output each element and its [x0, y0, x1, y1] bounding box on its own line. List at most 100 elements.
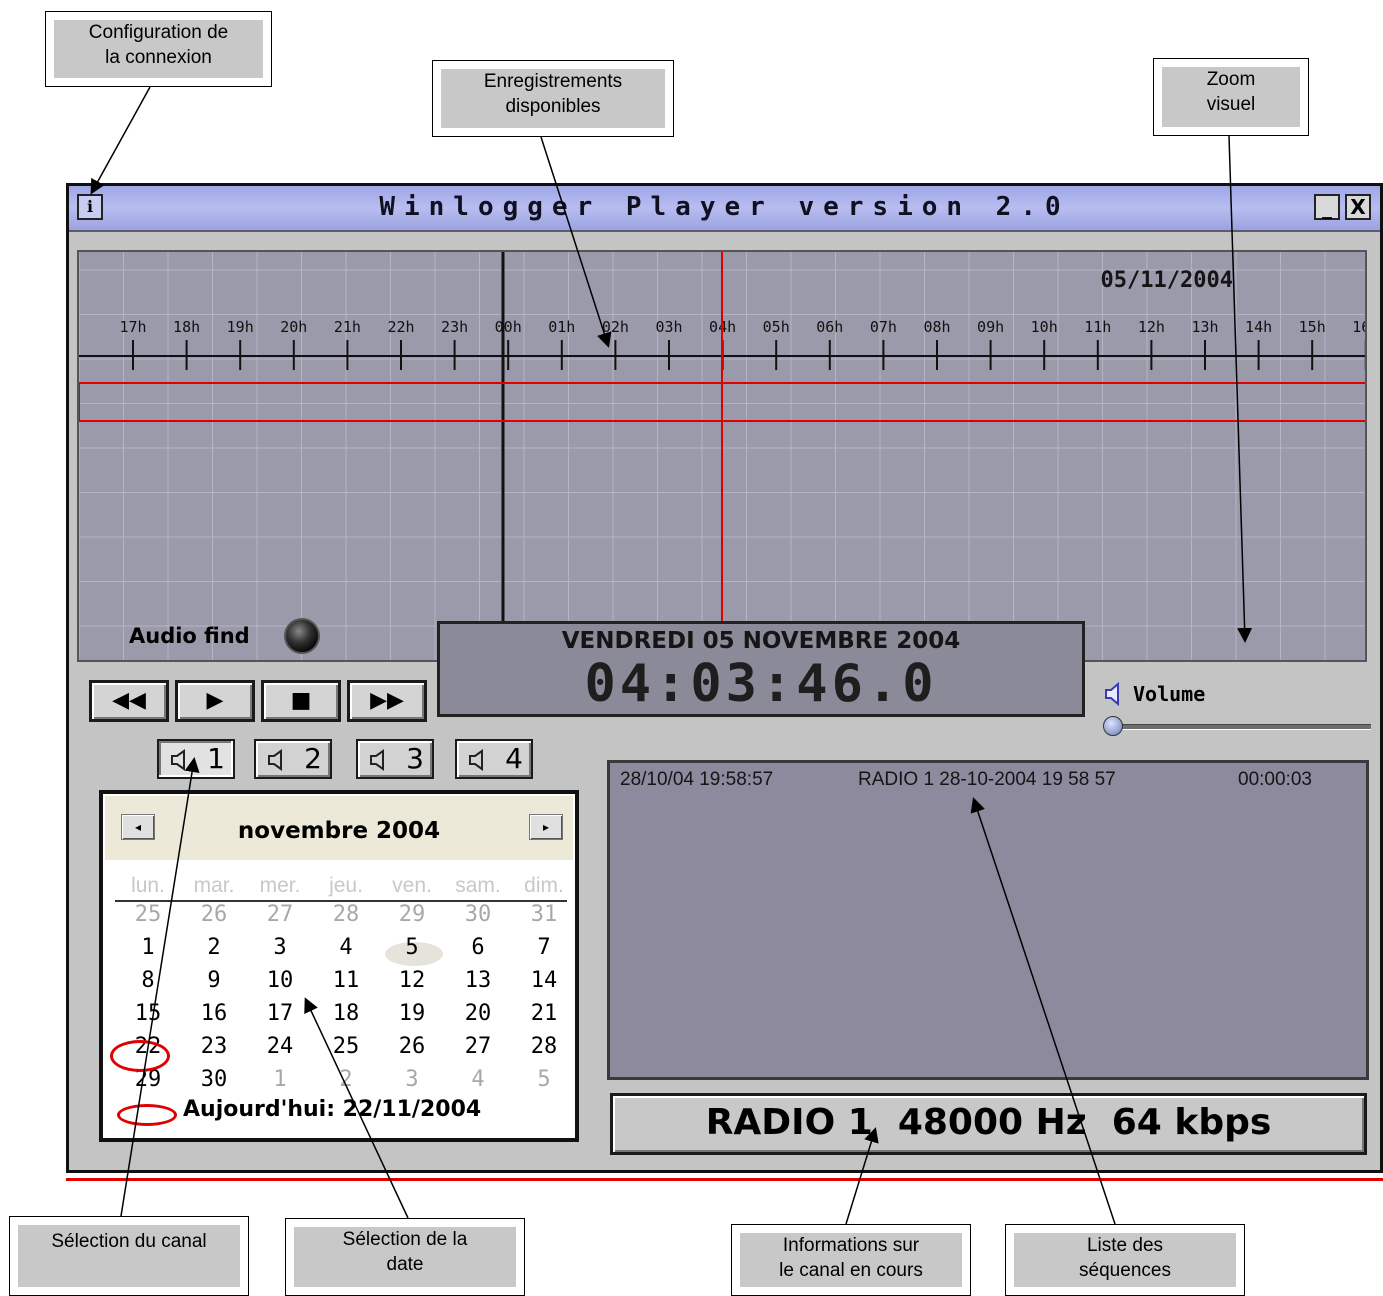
- sequence-list[interactable]: 28/10/04 19:58:57 RADIO 1 28-10-2004 19 5…: [607, 760, 1369, 1080]
- callout-connexion-text: Configuration de la connexion: [54, 20, 263, 78]
- weekday-label: mer.: [259, 874, 301, 897]
- calendar-day[interactable]: 27: [445, 1034, 511, 1059]
- calendar-day[interactable]: 8: [115, 968, 181, 993]
- sequence-duration: 00:00:03: [1238, 769, 1312, 790]
- channel-3-button[interactable]: 3: [356, 739, 434, 779]
- speaker-icon: [370, 749, 384, 771]
- speaker-icon: [268, 749, 282, 771]
- channel-1-button[interactable]: 1: [157, 739, 235, 779]
- player-window: ℹ Winlogger Player version 2.0 _ X 17h 18…: [66, 183, 1383, 1173]
- speaker-icon: [469, 749, 483, 771]
- calendar-day[interactable]: 11: [313, 968, 379, 993]
- calendar-day[interactable]: 9: [181, 968, 247, 993]
- calendar-day[interactable]: 6: [445, 935, 511, 960]
- today-oval-icon: [117, 1104, 177, 1126]
- hour-label: 10h: [1031, 318, 1058, 336]
- hour-label: 03h: [655, 318, 682, 336]
- calendar-day[interactable]: 21: [511, 1001, 577, 1026]
- calendar-day[interactable]: 3: [379, 1067, 445, 1092]
- calendar-day[interactable]: 30: [181, 1067, 247, 1092]
- minimize-button[interactable]: _: [1314, 194, 1340, 220]
- calendar-day[interactable]: 28: [511, 1034, 577, 1059]
- calendar-day[interactable]: 30: [445, 902, 511, 927]
- rewind-icon: ◀◀: [112, 688, 146, 713]
- calendar-day[interactable]: 7: [511, 935, 577, 960]
- calendar-day[interactable]: 27: [247, 902, 313, 927]
- weekday-label: jeu.: [329, 874, 363, 897]
- calendar-header: ◂ novembre 2004 ▸: [105, 796, 573, 860]
- volume-slider[interactable]: [1109, 724, 1371, 730]
- calendar-day[interactable]: 14: [511, 968, 577, 993]
- timeline-grid: 17h18h19h20h21h22h23h00h01h02h03h04h05h0…: [79, 252, 1365, 660]
- hour-label: 23h: [441, 318, 468, 336]
- calendar-day[interactable]: 16: [181, 1001, 247, 1026]
- channel-info-text: RADIO 1 48000 Hz 64 kbps: [705, 1102, 1272, 1143]
- fast-forward-button[interactable]: ▶▶: [347, 680, 427, 722]
- calendar-day[interactable]: 5: [511, 1067, 577, 1092]
- calendar-day[interactable]: 25: [313, 1034, 379, 1059]
- channel-2-button[interactable]: 2: [254, 739, 332, 779]
- title-bar[interactable]: ℹ Winlogger Player version 2.0 _ X: [69, 186, 1380, 232]
- calendar-day[interactable]: 3: [247, 935, 313, 960]
- stop-button[interactable]: ■: [261, 680, 341, 722]
- calendar-day[interactable]: 1: [247, 1067, 313, 1092]
- hour-label: 17h: [119, 318, 146, 336]
- calendar-day[interactable]: 17: [247, 1001, 313, 1026]
- rewind-button[interactable]: ◀◀: [89, 680, 169, 722]
- weekday-label: sam.: [455, 874, 501, 897]
- today-link[interactable]: Aujourd'hui: 22/11/2004: [183, 1097, 481, 1122]
- calendar-day[interactable]: 29: [379, 902, 445, 927]
- play-button[interactable]: ▶: [175, 680, 255, 722]
- channel-number: 4: [505, 742, 523, 775]
- calendar-day[interactable]: 12: [379, 968, 445, 993]
- hour-label: 01h: [548, 318, 575, 336]
- close-button[interactable]: X: [1345, 194, 1371, 220]
- callout-canal: Sélection du canal: [9, 1216, 249, 1296]
- channel-number: 2: [304, 742, 322, 775]
- calendar-day[interactable]: 2: [181, 935, 247, 960]
- next-month-button[interactable]: ▸: [529, 814, 563, 840]
- channel-number: 1: [207, 742, 225, 775]
- channel-4-button[interactable]: 4: [455, 739, 533, 779]
- calendar-day[interactable]: 28: [313, 902, 379, 927]
- sequence-date: 28/10/04 19:58:57: [620, 769, 774, 790]
- hour-label: 22h: [387, 318, 414, 336]
- calendar-day[interactable]: 1: [115, 935, 181, 960]
- callout-enregistrements: Enregistrements disponibles: [432, 60, 674, 137]
- callout-liste: Liste des séquences: [1005, 1224, 1245, 1296]
- calendar-day[interactable]: 25: [115, 902, 181, 927]
- fast-forward-icon: ▶▶: [370, 688, 404, 713]
- calendar-day[interactable]: 4: [445, 1067, 511, 1092]
- audio-find-label: Audio find: [129, 624, 250, 648]
- time-display: VENDREDI 05 NOVEMBRE 2004 04:03:46.0: [437, 621, 1085, 717]
- recordings-timeline[interactable]: 17h18h19h20h21h22h23h00h01h02h03h04h05h0…: [77, 250, 1367, 662]
- calendar-day[interactable]: 26: [379, 1034, 445, 1059]
- calendar-day[interactable]: 20: [445, 1001, 511, 1026]
- volume-slider-handle[interactable]: [1103, 716, 1123, 736]
- hour-label: 05h: [763, 318, 790, 336]
- hour-label: 02h: [602, 318, 629, 336]
- calendar-day[interactable]: 13: [445, 968, 511, 993]
- hour-label: 13h: [1191, 318, 1218, 336]
- calendar-day[interactable]: 15: [115, 1001, 181, 1026]
- play-icon: ▶: [206, 688, 224, 713]
- calendar-day[interactable]: 10: [247, 968, 313, 993]
- date-calendar[interactable]: ◂ novembre 2004 ▸ lun. mar. mer. jeu. ven. sa…: [99, 790, 579, 1142]
- calendar-day[interactable]: 31: [511, 902, 577, 927]
- calendar-day[interactable]: 24: [247, 1034, 313, 1059]
- audio-find-knob[interactable]: [284, 618, 320, 654]
- calendar-day[interactable]: 2: [313, 1067, 379, 1092]
- calendar-day[interactable]: 4: [313, 935, 379, 960]
- hour-label: 07h: [870, 318, 897, 336]
- volume-label: Volume: [1133, 682, 1206, 706]
- calendar-day[interactable]: 5: [379, 935, 445, 960]
- weekday-label: lun.: [131, 874, 165, 897]
- calendar-day[interactable]: 18: [313, 1001, 379, 1026]
- calendar-day[interactable]: 23: [181, 1034, 247, 1059]
- calendar-day[interactable]: 26: [181, 902, 247, 927]
- channel-number: 3: [406, 742, 424, 775]
- sequence-row[interactable]: 28/10/04 19:58:57 RADIO 1 28-10-2004 19 5…: [610, 763, 1366, 790]
- current-day: VENDREDI 05 NOVEMBRE 2004: [561, 628, 961, 654]
- weekday-label: mar.: [193, 874, 235, 897]
- calendar-day[interactable]: 19: [379, 1001, 445, 1026]
